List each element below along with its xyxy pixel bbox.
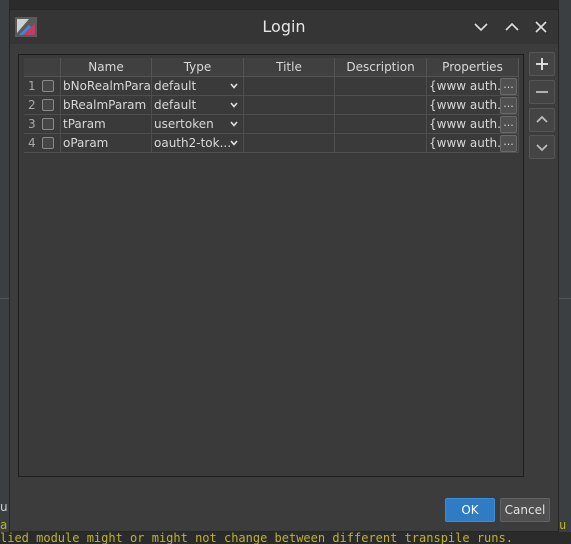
column-header-name[interactable]: Name xyxy=(61,58,152,77)
ok-button[interactable]: OK xyxy=(445,498,495,522)
edit-properties-button[interactable]: ... xyxy=(500,97,517,114)
type-value: oauth2-tok... xyxy=(154,136,232,150)
background-log-left: a xyxy=(0,518,8,532)
column-header-type[interactable]: Type xyxy=(152,58,244,77)
remove-icon xyxy=(536,91,548,93)
description-cell[interactable] xyxy=(335,134,427,153)
table-row[interactable]: 3 tParam usertoken {www auth... ... xyxy=(24,115,519,134)
type-value: default xyxy=(154,98,197,112)
column-header-title[interactable]: Title xyxy=(244,58,335,77)
description-cell[interactable] xyxy=(335,115,427,134)
background-editor-left xyxy=(0,0,9,544)
header-corner xyxy=(24,58,61,77)
edit-properties-button[interactable]: ... xyxy=(500,78,517,95)
description-cell[interactable] xyxy=(335,77,427,96)
type-select[interactable]: oauth2-tok... xyxy=(152,134,244,153)
table-header: Name Type Title Description Properties xyxy=(24,58,519,77)
move-up-button[interactable] xyxy=(529,108,555,132)
parameters-table[interactable]: Name Type Title Description Properties 1… xyxy=(18,54,524,477)
move-down-button[interactable] xyxy=(529,135,555,159)
minimize-icon[interactable] xyxy=(469,15,493,39)
description-cell[interactable] xyxy=(335,96,427,115)
dropdown-caret-icon xyxy=(230,102,238,108)
name-cell[interactable]: bRealmParam xyxy=(61,96,152,115)
properties-value: {www auth... xyxy=(429,117,509,131)
dropdown-caret-icon xyxy=(230,121,238,127)
dropdown-caret-icon xyxy=(230,140,238,146)
type-select[interactable]: usertoken xyxy=(152,115,244,134)
name-cell[interactable]: oParam xyxy=(61,134,152,153)
background-divider xyxy=(0,298,9,299)
properties-cell[interactable]: {www auth... ... xyxy=(427,134,519,153)
row-checkbox[interactable] xyxy=(42,80,54,92)
title-cell[interactable] xyxy=(244,115,335,134)
table-row[interactable]: 4 oParam oauth2-tok... {www auth... ... xyxy=(24,134,519,153)
move-down-icon xyxy=(536,144,548,152)
login-dialog: Login Name Type Title Description Proper… xyxy=(9,9,559,532)
dropdown-caret-icon xyxy=(230,83,238,89)
row-header: 1 xyxy=(24,77,61,96)
properties-value: {www auth... xyxy=(429,98,509,112)
move-up-icon xyxy=(536,115,548,123)
properties-value: {www auth... xyxy=(429,136,509,150)
properties-cell[interactable]: {www auth... ... xyxy=(427,115,519,134)
add-row-button[interactable] xyxy=(529,52,555,76)
column-header-properties[interactable]: Properties xyxy=(427,58,519,77)
properties-cell[interactable]: {www auth... ... xyxy=(427,96,519,115)
properties-value: {www auth... xyxy=(429,79,509,93)
cancel-button[interactable]: Cancel xyxy=(500,498,550,522)
edit-properties-button[interactable]: ... xyxy=(500,116,517,133)
background-divider-right xyxy=(559,298,571,299)
title-cell[interactable] xyxy=(244,134,335,153)
type-value: usertoken xyxy=(154,117,214,131)
table-row[interactable]: 1 bNoRealmParam default {www auth... ... xyxy=(24,77,519,96)
background-log-line: lied module might or might not change be… xyxy=(0,532,571,544)
row-checkbox[interactable] xyxy=(42,99,54,111)
row-checkbox[interactable] xyxy=(42,137,54,149)
row-header: 3 xyxy=(24,115,61,134)
type-select[interactable]: default xyxy=(152,96,244,115)
add-icon xyxy=(536,58,548,70)
title-cell[interactable] xyxy=(244,96,335,115)
edit-properties-button[interactable]: ... xyxy=(500,135,517,152)
type-value: default xyxy=(154,79,197,93)
table-row[interactable]: 2 bRealmParam default {www auth... ... xyxy=(24,96,519,115)
row-header: 4 xyxy=(24,134,61,153)
name-cell[interactable]: bNoRealmParam xyxy=(61,77,152,96)
title-bar: Login xyxy=(10,10,558,44)
background-editor-right xyxy=(559,0,571,544)
name-cell[interactable]: tParam xyxy=(61,115,152,134)
background-tab-label: u xyxy=(0,500,8,514)
remove-row-button[interactable] xyxy=(529,80,555,104)
background-log-right: u xyxy=(559,518,567,532)
type-select[interactable]: default xyxy=(152,77,244,96)
properties-cell[interactable]: {www auth... ... xyxy=(427,77,519,96)
maximize-icon[interactable] xyxy=(500,15,524,39)
column-header-description[interactable]: Description xyxy=(335,58,427,77)
close-icon[interactable] xyxy=(529,15,553,39)
title-cell[interactable] xyxy=(244,77,335,96)
row-checkbox[interactable] xyxy=(42,118,54,130)
row-header: 2 xyxy=(24,96,61,115)
